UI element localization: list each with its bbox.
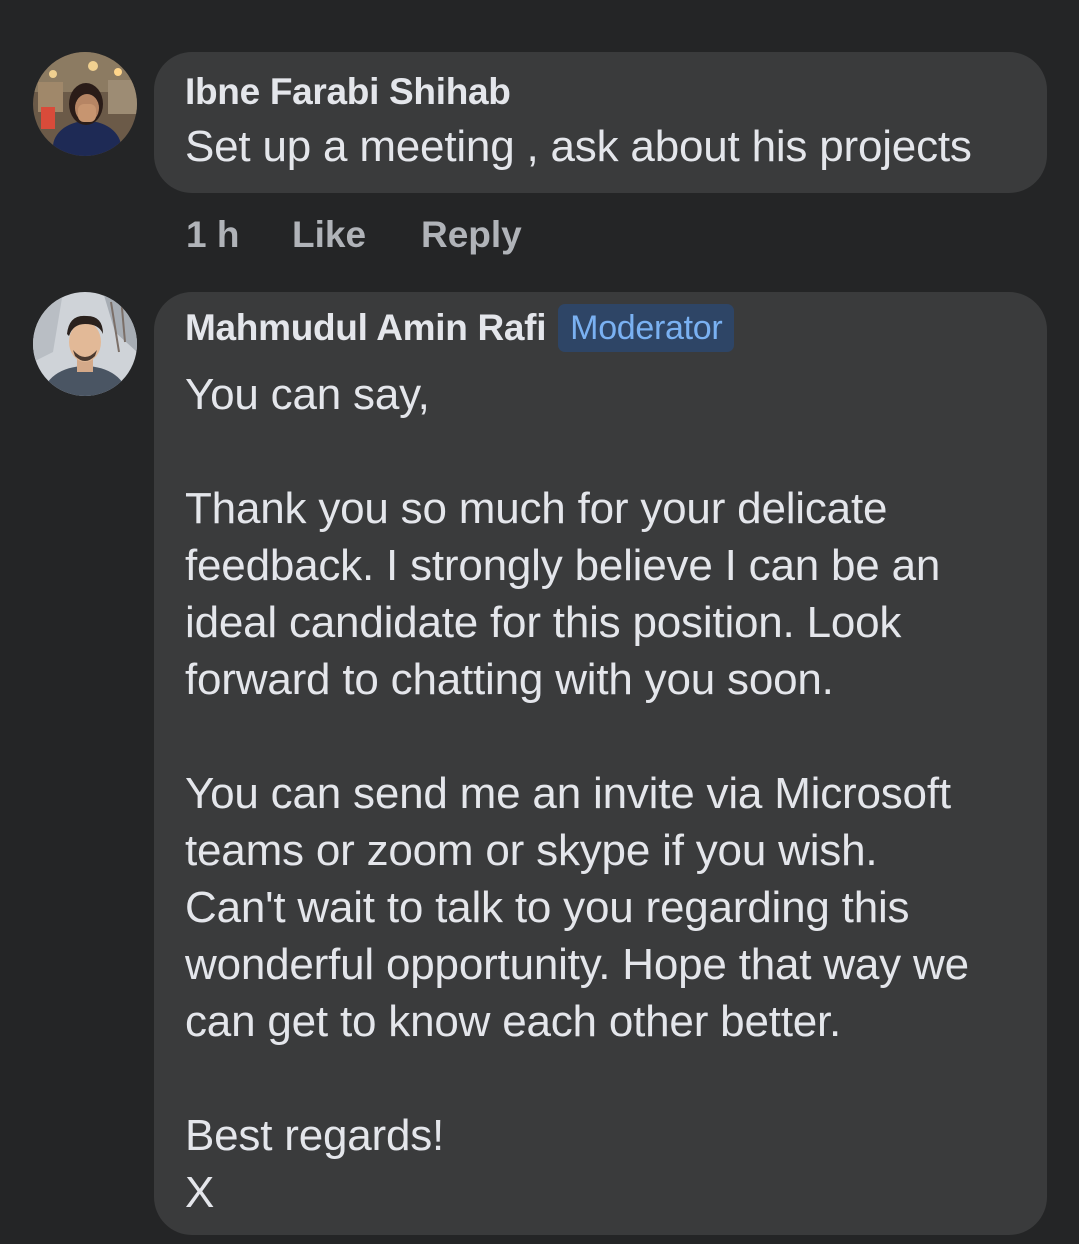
like-button[interactable]: Like bbox=[292, 214, 421, 256]
comment-bubble[interactable]: Mahmudul Amin Rafi Moderator You can say,… bbox=[154, 292, 1047, 1235]
comment-actions: 1 h Like Reply bbox=[186, 212, 522, 258]
comments-thread: Ibne Farabi Shihab Set up a meeting , as… bbox=[0, 0, 1079, 1244]
comment-text: Set up a meeting , ask about his project… bbox=[185, 122, 972, 171]
comment-bubble[interactable]: Ibne Farabi Shihab Set up a meeting , as… bbox=[154, 52, 1047, 193]
comment-author-row: Mahmudul Amin Rafi Moderator bbox=[185, 304, 1017, 354]
avatar[interactable] bbox=[33, 292, 137, 396]
comment-author[interactable]: Ibne Farabi Shihab bbox=[185, 70, 1017, 114]
comment-author[interactable]: Mahmudul Amin Rafi bbox=[185, 307, 546, 348]
reply-button[interactable]: Reply bbox=[421, 214, 522, 256]
avatar[interactable] bbox=[33, 52, 137, 156]
comment-timestamp[interactable]: 1 h bbox=[186, 214, 292, 256]
profile-photo-icon bbox=[33, 292, 137, 396]
moderator-badge: Moderator bbox=[558, 304, 735, 353]
comment-text: You can say, Thank you so much for your … bbox=[185, 370, 969, 1218]
profile-photo-icon bbox=[33, 52, 137, 156]
